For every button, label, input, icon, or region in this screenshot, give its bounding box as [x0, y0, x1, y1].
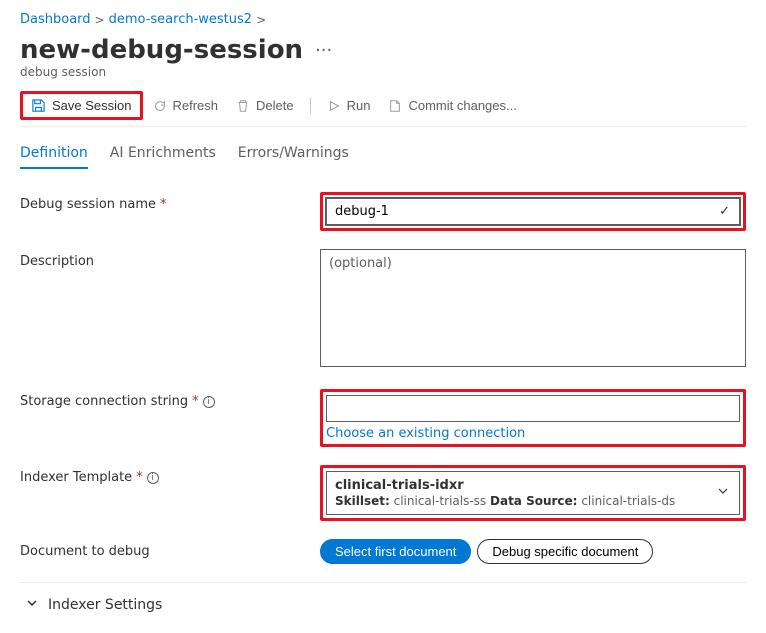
- commit-button[interactable]: Commit changes...: [380, 94, 524, 117]
- info-icon[interactable]: i: [147, 472, 159, 484]
- chevron-down-icon: [717, 485, 729, 501]
- page-subtitle: debug session: [20, 65, 746, 79]
- required-icon: *: [160, 197, 167, 212]
- toolbar-divider: [310, 98, 311, 114]
- chevron-down-icon: [26, 597, 38, 613]
- indexer-settings-section[interactable]: Indexer Settings: [20, 597, 746, 613]
- tab-definition[interactable]: Definition: [20, 145, 88, 169]
- indexer-template-select[interactable]: clinical-trials-idxr Skillset: clinical-…: [326, 471, 740, 515]
- run-label: Run: [347, 98, 371, 113]
- indexer-value: clinical-trials-idxr: [335, 478, 709, 493]
- choose-connection-link[interactable]: Choose an existing connection: [326, 426, 740, 441]
- delete-button[interactable]: Delete: [228, 94, 302, 117]
- required-icon: *: [136, 470, 143, 485]
- document-to-debug-label: Document to debug: [20, 544, 150, 559]
- chevron-right-icon: >: [256, 13, 266, 27]
- debug-session-name-input[interactable]: [326, 198, 740, 225]
- debug-specific-document-option[interactable]: Debug specific document: [477, 539, 653, 564]
- info-icon[interactable]: i: [203, 396, 215, 408]
- indexer-subtitle: Skillset: clinical-trials-ss Data Source…: [335, 494, 709, 508]
- tab-errors-warnings[interactable]: Errors/Warnings: [238, 145, 349, 169]
- commit-label: Commit changes...: [408, 98, 516, 113]
- divider: [20, 582, 746, 583]
- breadcrumb: Dashboard > demo-search-westus2 >: [20, 12, 746, 27]
- page-title: new-debug-session: [20, 35, 303, 65]
- storage-connection-input[interactable]: [326, 395, 740, 422]
- more-icon[interactable]: ···: [315, 40, 332, 61]
- breadcrumb-root[interactable]: Dashboard: [20, 12, 91, 27]
- delete-label: Delete: [256, 98, 294, 113]
- description-label: Description: [20, 254, 94, 269]
- refresh-label: Refresh: [173, 98, 219, 113]
- tabs: Definition AI Enrichments Errors/Warning…: [20, 145, 746, 170]
- refresh-button[interactable]: Refresh: [145, 94, 227, 117]
- description-input[interactable]: [320, 249, 746, 367]
- play-icon: [327, 99, 341, 113]
- breadcrumb-service[interactable]: demo-search-westus2: [109, 12, 252, 27]
- select-first-document-option[interactable]: Select first document: [320, 539, 471, 564]
- name-label: Debug session name: [20, 197, 156, 212]
- indexer-settings-label: Indexer Settings: [48, 597, 162, 613]
- refresh-icon: [153, 99, 167, 113]
- run-button[interactable]: Run: [319, 94, 379, 117]
- storage-label: Storage connection string: [20, 394, 188, 409]
- indexer-template-label: Indexer Template: [20, 470, 132, 485]
- chevron-right-icon: >: [95, 13, 105, 27]
- save-session-button[interactable]: Save Session: [23, 94, 140, 117]
- required-icon: *: [192, 394, 199, 409]
- save-icon: [31, 98, 46, 113]
- toolbar: Save Session Refresh Delete Run: [20, 91, 746, 127]
- commit-icon: [388, 99, 402, 113]
- save-label: Save Session: [52, 98, 132, 113]
- delete-icon: [236, 99, 250, 113]
- tab-ai-enrichments[interactable]: AI Enrichments: [110, 145, 216, 169]
